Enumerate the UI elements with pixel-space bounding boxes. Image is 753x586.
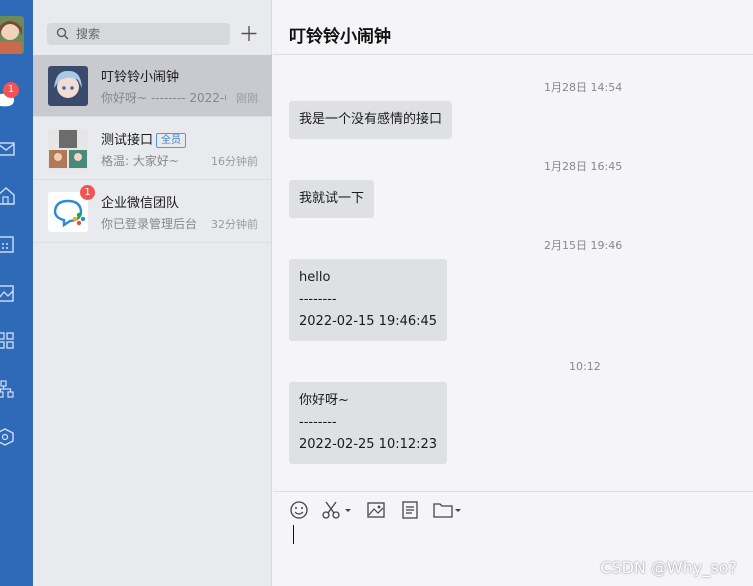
conversation-item[interactable]: 1 企业微信团队 你已登录管理后台 32分钟前 <box>33 181 272 243</box>
conversation-name: 测试接口 全员 <box>101 129 187 148</box>
conversation-item[interactable]: 叮铃铃小闹钟 你好呀~ -------- 2022-02-25 10:12:23… <box>33 55 272 117</box>
plus-icon <box>241 26 257 41</box>
screenshot-button[interactable] <box>322 500 354 520</box>
nav-rail: 1 <box>0 0 33 586</box>
chat-panel: 叮铃铃小闹钟 1月28日 14:54 我是一个没有感情的接口 1月28日 16:… <box>273 0 753 586</box>
conversation-preview: 你好呀~ -------- 2022-02-25 10:12:23 <box>101 91 226 105</box>
group-avatar <box>48 129 88 169</box>
message-bubble[interactable]: hello -------- 2022-02-15 19:46:45 <box>289 259 448 341</box>
search-box[interactable] <box>47 23 230 45</box>
header-divider <box>273 54 753 55</box>
folder-icon <box>433 503 461 518</box>
apps-icon[interactable] <box>0 331 16 351</box>
message-bubble[interactable]: 我是一个没有感情的接口 <box>289 101 453 139</box>
calendar-icon[interactable] <box>0 234 16 254</box>
user-avatar[interactable] <box>0 16 24 54</box>
conversation-time: 32分钟前 <box>211 218 258 231</box>
gallery-icon[interactable] <box>0 283 16 303</box>
message-timestamp: 1月28日 16:45 <box>544 160 623 173</box>
conversation-item[interactable]: 测试接口 全员 格温: 大家好~ 16分钟前 <box>33 118 272 180</box>
conversation-time: 刚刚 <box>236 92 258 105</box>
search-icon <box>56 27 69 40</box>
message-bubble[interactable]: 你好呀~ -------- 2022-02-25 10:12:23 <box>289 382 448 464</box>
smiley-icon <box>290 501 308 519</box>
message-timestamp: 1月28日 14:54 <box>544 81 623 94</box>
unread-badge: 1 <box>80 185 95 200</box>
conversation-preview: 格温: 大家好~ <box>101 154 179 168</box>
search-input[interactable] <box>76 23 226 45</box>
settings-hex-icon[interactable] <box>0 427 16 447</box>
watermark: CSDN @Why_so? <box>600 558 737 577</box>
conversation-name: 叮铃铃小闹钟 <box>101 70 180 85</box>
composer-divider <box>273 491 753 492</box>
conversation-name: 企业微信团队 <box>101 196 180 211</box>
conversation-preview: 你已登录管理后台 <box>101 217 198 231</box>
message-timestamp: 10:12 <box>569 360 601 373</box>
conversation-time: 16分钟前 <box>211 155 258 168</box>
mail-icon[interactable] <box>0 139 16 159</box>
folder-button[interactable] <box>433 500 465 520</box>
org-chart-icon[interactable] <box>0 379 16 399</box>
add-button[interactable] <box>239 22 259 44</box>
image-button[interactable] <box>366 500 388 520</box>
emoji-button[interactable] <box>289 500 311 520</box>
document-icon <box>402 501 418 519</box>
workbench-icon[interactable] <box>0 186 16 206</box>
message-timestamp: 2月15日 19:46 <box>544 239 623 252</box>
conversation-sidebar: 叮铃铃小闹钟 你好呀~ -------- 2022-02-25 10:12:23… <box>33 0 272 586</box>
conversation-name-text: 测试接口 <box>101 133 154 148</box>
message-bubble[interactable]: 我就试一下 <box>289 180 375 218</box>
file-button[interactable] <box>400 500 422 520</box>
scissors-icon <box>322 501 351 519</box>
chat-title: 叮铃铃小闹钟 <box>289 27 391 47</box>
text-cursor <box>293 525 294 544</box>
unread-badge: 1 <box>3 82 19 98</box>
image-icon <box>367 502 385 518</box>
all-members-tag: 全员 <box>156 133 187 148</box>
conversation-avatar <box>48 66 88 106</box>
